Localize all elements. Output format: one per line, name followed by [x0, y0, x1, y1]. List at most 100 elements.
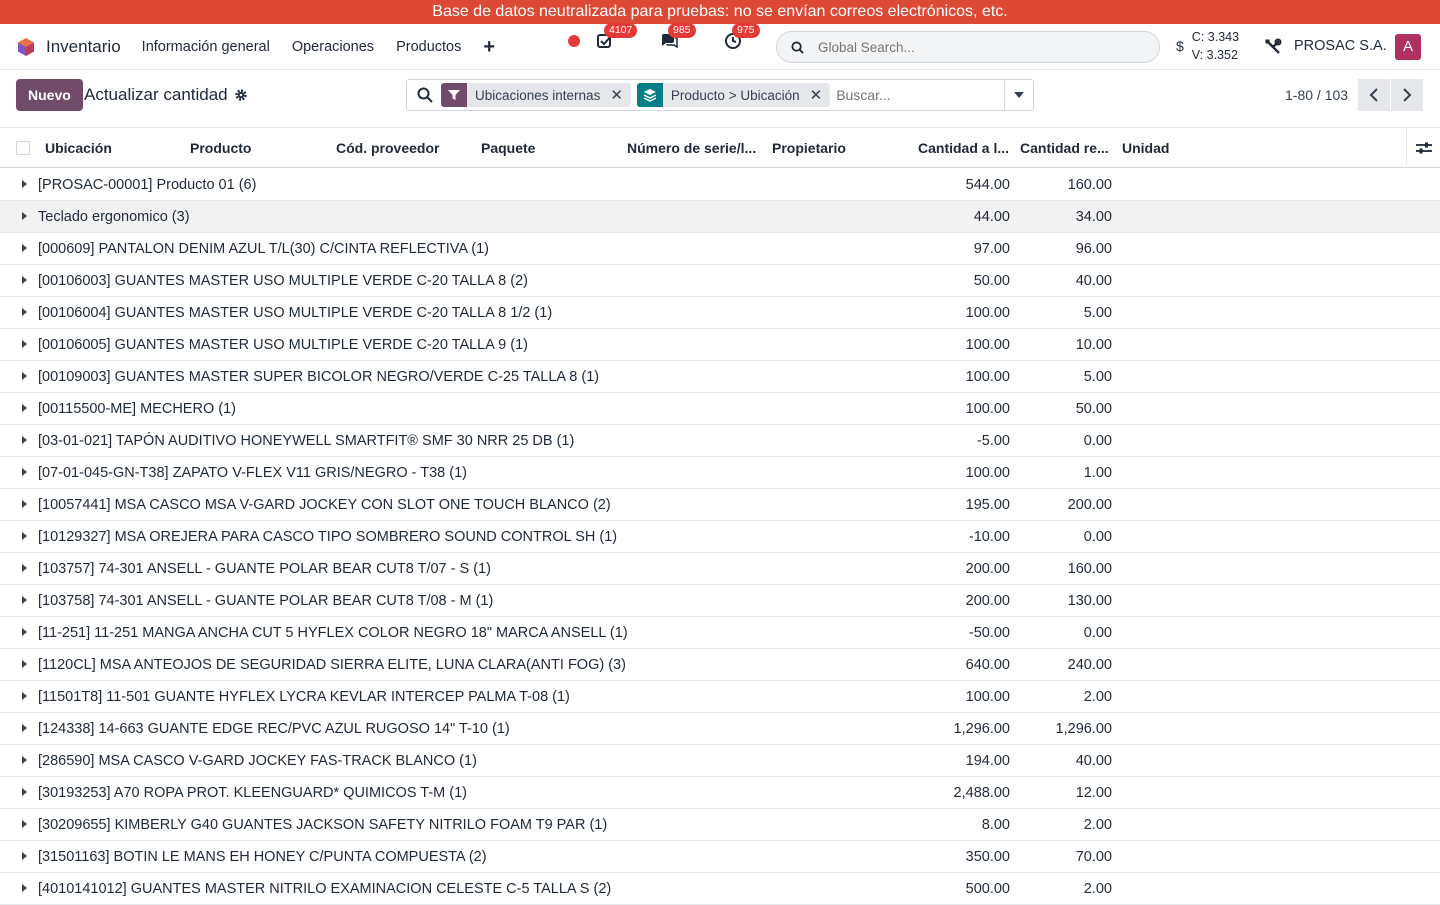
close-icon[interactable]: ✕: [810, 86, 831, 104]
group-name: [00109003] GUANTES MASTER SUPER BICOLOR …: [38, 369, 600, 385]
table-row[interactable]: [00106004] GUANTES MASTER USO MULTIPLE V…: [0, 297, 1440, 329]
table-row[interactable]: [30193253] A70 ROPA PROT. KLEENGUARD* QU…: [0, 777, 1440, 809]
table-row[interactable]: [00106005] GUANTES MASTER USO MULTIPLE V…: [0, 329, 1440, 361]
column-paquete[interactable]: Paquete: [481, 140, 535, 156]
column-ubicacion[interactable]: Ubicación: [45, 140, 112, 156]
caret-right-icon[interactable]: [22, 660, 27, 668]
inventory-app-icon[interactable]: [16, 37, 36, 57]
caret-right-icon[interactable]: [22, 244, 27, 252]
pager-next-button[interactable]: [1391, 79, 1423, 111]
search-options-toggle[interactable]: [1004, 80, 1033, 110]
optional-columns-toggle[interactable]: [1406, 128, 1440, 168]
caret-right-icon[interactable]: [22, 724, 27, 732]
caret-right-icon[interactable]: [22, 852, 27, 860]
table-row[interactable]: [1120CL] MSA ANTEOJOS DE SEGURIDAD SIERR…: [0, 649, 1440, 681]
column-propietario[interactable]: Propietario: [772, 140, 846, 156]
table-row[interactable]: [00109003] GUANTES MASTER SUPER BICOLOR …: [0, 361, 1440, 393]
caret-right-icon[interactable]: [22, 212, 27, 220]
group-name: [30209655] KIMBERLY G40 GUANTES JACKSON …: [38, 817, 608, 833]
global-search[interactable]: [776, 31, 1160, 63]
quantity-on-hand: -5.00: [976, 433, 1010, 449]
pager-value[interactable]: 1-80 / 103: [1285, 87, 1348, 103]
quantity-on-hand: 195.00: [965, 497, 1010, 513]
menu-informacion-general[interactable]: Información general: [142, 39, 270, 55]
caret-right-icon[interactable]: [22, 692, 27, 700]
table-row[interactable]: [10057441] MSA CASCO MSA V-GARD JOCKEY C…: [0, 489, 1440, 521]
quantity-reserved: 34.00: [1075, 209, 1112, 225]
column-cantidad-a-la-mano[interactable]: Cantidad a l...: [918, 140, 1009, 156]
group-name: [103757] 74-301 ANSELL - GUANTE POLAR BE…: [38, 561, 491, 577]
column-unidad[interactable]: Unidad: [1122, 140, 1169, 156]
table-row[interactable]: [124338] 14-663 GUANTE EDGE REC/PVC AZUL…: [0, 713, 1440, 745]
quantity-reserved: 2.00: [1083, 881, 1112, 897]
table-row[interactable]: [31501163] BOTIN LE MANS EH HONEY C/PUNT…: [0, 841, 1440, 873]
quantity-reserved: 12.00: [1075, 785, 1112, 801]
search-bar[interactable]: Ubicaciones internas ✕ Producto > Ubicac…: [406, 79, 1034, 111]
table-row[interactable]: [286590] MSA CASCO V-GARD JOCKEY FAS-TRA…: [0, 745, 1440, 777]
group-name: [286590] MSA CASCO V-GARD JOCKEY FAS-TRA…: [38, 753, 477, 769]
table-row[interactable]: [000609] PANTALON DENIM AZUL T/L(30) C/C…: [0, 233, 1440, 265]
caret-right-icon[interactable]: [22, 340, 27, 348]
caret-right-icon[interactable]: [22, 276, 27, 284]
caret-right-icon[interactable]: [22, 436, 27, 444]
caret-right-icon[interactable]: [22, 180, 27, 188]
caret-right-icon[interactable]: [22, 308, 27, 316]
caret-right-icon[interactable]: [22, 596, 27, 604]
quantity-reserved: 200.00: [1067, 497, 1112, 513]
table-row[interactable]: [11-251] 11-251 MANGA ANCHA CUT 5 HYFLEX…: [0, 617, 1440, 649]
systray: 4107 985 975: [568, 23, 788, 50]
group-name: [124338] 14-663 GUANTE EDGE REC/PVC AZUL…: [38, 721, 510, 737]
table-row[interactable]: [11501T8] 11-501 GUANTE HYFLEX LYCRA KEV…: [0, 681, 1440, 713]
group-name: [000609] PANTALON DENIM AZUL T/L(30) C/C…: [38, 241, 489, 257]
close-icon[interactable]: ✕: [610, 86, 631, 104]
caret-right-icon[interactable]: [22, 788, 27, 796]
caret-right-icon[interactable]: [22, 372, 27, 380]
new-button[interactable]: Nuevo: [16, 79, 83, 111]
caret-right-icon[interactable]: [22, 468, 27, 476]
menu-productos[interactable]: Productos: [396, 39, 461, 55]
column-producto[interactable]: Producto: [190, 140, 251, 156]
caret-right-icon[interactable]: [22, 628, 27, 636]
activities-badge: 4107: [604, 23, 638, 38]
table-row[interactable]: [103758] 74-301 ANSELL - GUANTE POLAR BE…: [0, 585, 1440, 617]
caret-right-icon[interactable]: [22, 756, 27, 764]
global-search-input[interactable]: [818, 39, 1118, 55]
table-row[interactable]: [103757] 74-301 ANSELL - GUANTE POLAR BE…: [0, 553, 1440, 585]
column-cantidad-reservada[interactable]: Cantidad re...: [1020, 140, 1109, 156]
gear-icon[interactable]: [234, 88, 248, 102]
group-name: [07-01-045-GN-T38] ZAPATO V-FLEX V11 GRI…: [38, 465, 467, 481]
table-row[interactable]: [03-01-021] TAPÓN AUDITIVO HONEYWELL SMA…: [0, 425, 1440, 457]
table-row[interactable]: [07-01-045-GN-T38] ZAPATO V-FLEX V11 GRI…: [0, 457, 1440, 489]
caret-right-icon[interactable]: [22, 532, 27, 540]
menu-operaciones[interactable]: Operaciones: [292, 39, 374, 55]
select-all-checkbox[interactable]: [16, 141, 30, 155]
table-row[interactable]: Teclado ergonomico (3) 44.00 34.00: [0, 201, 1440, 233]
group-name: [PROSAC-00001] Producto 01 (6): [38, 177, 257, 193]
caret-right-icon[interactable]: [22, 404, 27, 412]
search-input[interactable]: [836, 87, 1004, 103]
table-row[interactable]: [PROSAC-00001] Producto 01 (6) 544.00 160.…: [0, 169, 1440, 201]
tools-icon[interactable]: [1264, 38, 1282, 56]
caret-right-icon[interactable]: [22, 500, 27, 508]
app-name[interactable]: Inventario: [46, 37, 121, 57]
activities-systray[interactable]: 4107: [596, 23, 638, 50]
user-avatar[interactable]: A: [1395, 34, 1421, 60]
table-row[interactable]: [30209655] KIMBERLY G40 GUANTES JACKSON …: [0, 809, 1440, 841]
table-row[interactable]: [00115500-ME] MECHERO (1) 100.00 50.00: [0, 393, 1440, 425]
recording-dot-icon[interactable]: [568, 35, 580, 47]
pager-previous-button[interactable]: [1358, 79, 1390, 111]
column-numero-serie[interactable]: Número de serie/l...: [627, 140, 756, 156]
clock-systray[interactable]: 975: [724, 23, 760, 50]
quantity-reserved: 160.00: [1067, 177, 1112, 193]
messages-systray[interactable]: 985: [660, 23, 696, 50]
table-row[interactable]: [00106003] GUANTES MASTER USO MULTIPLE V…: [0, 265, 1440, 297]
table-row[interactable]: [10129327] MSA OREJERA PARA CASCO TIPO S…: [0, 521, 1440, 553]
plus-icon[interactable]: +: [483, 37, 495, 57]
caret-right-icon[interactable]: [22, 820, 27, 828]
column-cod-proveedor[interactable]: Cód. proveedor: [336, 140, 439, 156]
caret-right-icon[interactable]: [22, 884, 27, 892]
table-row[interactable]: [4010141012] GUANTES MASTER NITRILO EXAM…: [0, 873, 1440, 905]
caret-right-icon[interactable]: [22, 564, 27, 572]
quantity-on-hand: 200.00: [965, 561, 1010, 577]
company-switcher[interactable]: PROSAC S.A.: [1294, 38, 1387, 54]
